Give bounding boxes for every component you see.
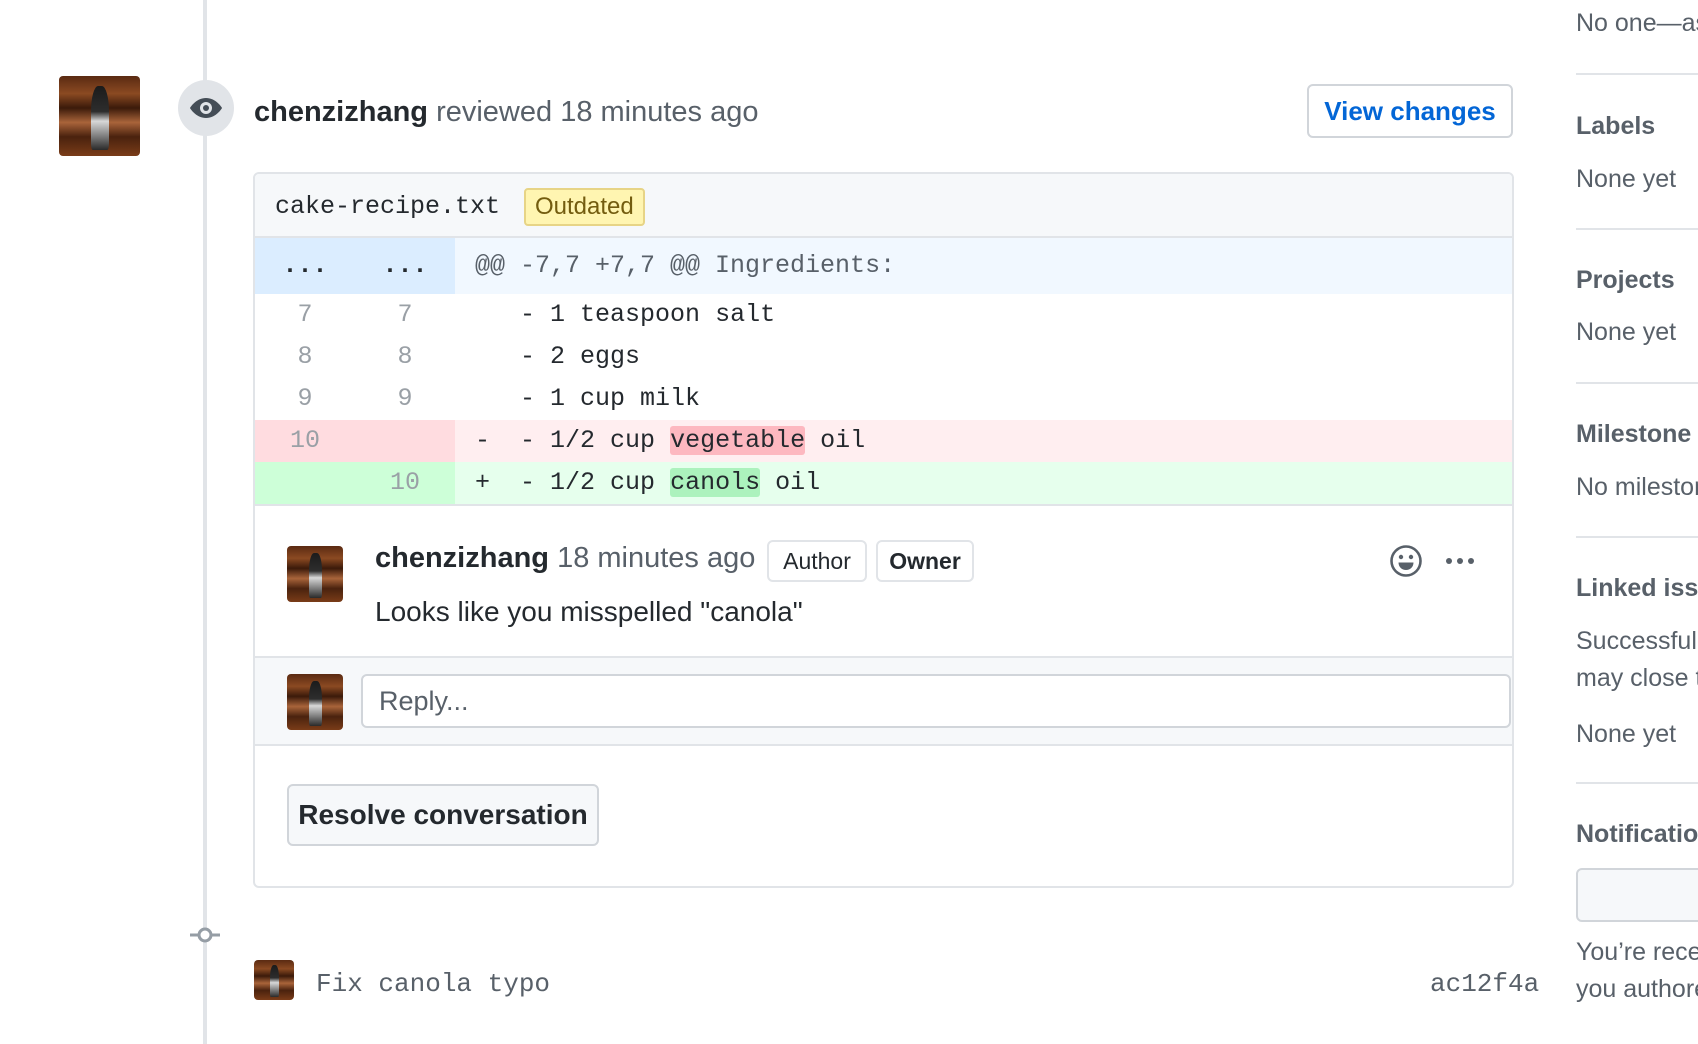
line-prefix: +	[475, 468, 491, 497]
line-code: - 1 teaspoon salt	[455, 294, 1512, 336]
linked-issues-description: Successfully merging this pull request	[1576, 627, 1698, 655]
line-code: - 2 eggs	[455, 336, 1512, 378]
divider	[1576, 536, 1698, 538]
eye-icon	[178, 80, 234, 136]
diff-line: 8 8 - 2 eggs	[255, 336, 1512, 378]
file-header: cake-recipe.txt Outdated	[255, 174, 1512, 238]
commit-author-avatar[interactable]	[254, 960, 294, 1000]
review-action: reviewed	[436, 96, 553, 128]
line-prefix	[475, 384, 490, 413]
linked-issues-description: may close these issues.	[1576, 664, 1698, 692]
diff-line-deleted: 10 - - 1/2 cup vegetable oil	[255, 420, 1512, 462]
subscribe-button[interactable]	[1576, 868, 1698, 922]
timeline-line	[203, 0, 207, 1044]
notifications-description: you authored the thread.	[1576, 975, 1698, 1003]
assignees-value[interactable]: No one—assign yourself	[1576, 9, 1698, 38]
deleted-word: vegetable	[670, 426, 806, 455]
review-header: chenzizhang reviewed 18 minutes ago	[254, 96, 759, 129]
commit-message[interactable]: Fix canola typo	[316, 969, 550, 999]
line-prefix	[475, 300, 490, 329]
reviewer-avatar[interactable]	[59, 76, 140, 156]
line-text-before: - 1/2 cup	[520, 468, 671, 497]
comment-time[interactable]: 18 minutes ago	[557, 542, 755, 574]
labels-heading[interactable]: Labels	[1576, 112, 1655, 141]
new-line-number[interactable]: 7	[355, 294, 455, 336]
added-word: canols	[670, 468, 761, 497]
old-line-number-empty	[255, 462, 355, 504]
file-name[interactable]: cake-recipe.txt	[275, 192, 500, 221]
review-thread: cake-recipe.txt Outdated ... ... @@ -7,7…	[253, 172, 1514, 888]
resolve-conversation-button[interactable]: Resolve conversation	[287, 784, 599, 846]
diff-hunk-header: ... ... @@ -7,7 +7,7 @@ Ingredients:	[255, 238, 1512, 294]
owner-badge: Owner	[876, 540, 974, 582]
projects-heading[interactable]: Projects	[1576, 266, 1675, 295]
line-text-after: oil	[760, 468, 821, 497]
line-code: - - 1/2 cup vegetable oil	[455, 420, 1512, 462]
line-text-before: - 1/2 cup	[520, 426, 671, 455]
new-line-number[interactable]: 8	[355, 336, 455, 378]
line-code: + - 1/2 cup canols oil	[455, 462, 1512, 504]
line-text: - 1 cup milk	[520, 384, 701, 413]
divider	[1576, 382, 1698, 384]
diff-line: 7 7 - 1 teaspoon salt	[255, 294, 1512, 336]
linked-issues-value: None yet	[1576, 720, 1677, 748]
more-options-icon[interactable]	[1445, 554, 1475, 566]
author-badge: Author	[767, 540, 867, 582]
diff-line: 9 9 - 1 cup milk	[255, 378, 1512, 420]
divider	[1576, 228, 1698, 230]
comment-author-link[interactable]: chenzizhang	[375, 542, 549, 574]
line-prefix: -	[475, 426, 491, 455]
view-changes-button[interactable]: View changes	[1307, 84, 1513, 138]
old-line-number[interactable]: 9	[255, 378, 355, 420]
milestone-value: No milestone	[1576, 473, 1698, 501]
current-user-avatar	[287, 674, 343, 730]
line-text: - 1 teaspoon salt	[520, 300, 776, 329]
commit-sha[interactable]: ac12f4a	[1430, 969, 1539, 999]
notifications-description: You’re receiving notifications because	[1576, 938, 1698, 966]
divider	[1576, 73, 1698, 75]
review-author-link[interactable]: chenzizhang	[254, 96, 428, 128]
line-text: - 2 eggs	[520, 342, 641, 371]
linked-issues-heading[interactable]: Linked issues	[1576, 574, 1698, 603]
divider	[1576, 782, 1698, 784]
sidebar: No one—assign yourself Labels None yet P…	[1576, 0, 1698, 1044]
old-line-number[interactable]: 10	[255, 420, 355, 462]
old-line-number[interactable]: 7	[255, 294, 355, 336]
comment-body: Looks like you misspelled "canola"	[375, 596, 803, 627]
new-line-number-empty	[355, 420, 455, 462]
git-commit-icon	[190, 920, 220, 950]
expand-up-marker[interactable]: ...	[255, 238, 355, 294]
diff-line-added: 10 + - 1/2 cup canols oil	[255, 462, 1512, 504]
reply-area: Reply...	[255, 656, 1512, 746]
comment-meta: chenzizhang 18 minutes ago	[375, 542, 755, 575]
hunk-text: @@ -7,7 +7,7 @@ Ingredients:	[475, 251, 896, 280]
review-comment: chenzizhang 18 minutes ago Author Owner …	[255, 504, 1512, 656]
labels-value: None yet	[1576, 165, 1677, 193]
line-code: - 1 cup milk	[455, 378, 1512, 420]
outdated-badge: Outdated	[524, 188, 645, 226]
new-line-number[interactable]: 10	[355, 462, 455, 504]
expand-down-marker[interactable]: ...	[355, 238, 455, 294]
projects-value: None yet	[1576, 318, 1677, 346]
line-prefix	[475, 342, 490, 371]
new-line-number[interactable]: 9	[355, 378, 455, 420]
notifications-heading: Notifications	[1576, 820, 1698, 848]
milestone-heading[interactable]: Milestone	[1576, 420, 1691, 449]
line-text-after: oil	[805, 426, 866, 455]
old-line-number[interactable]: 8	[255, 336, 355, 378]
add-reaction-icon[interactable]	[1389, 544, 1423, 578]
commenter-avatar[interactable]	[287, 546, 343, 602]
review-time[interactable]: 18 minutes ago	[560, 96, 758, 128]
reply-input[interactable]: Reply...	[361, 674, 1511, 728]
